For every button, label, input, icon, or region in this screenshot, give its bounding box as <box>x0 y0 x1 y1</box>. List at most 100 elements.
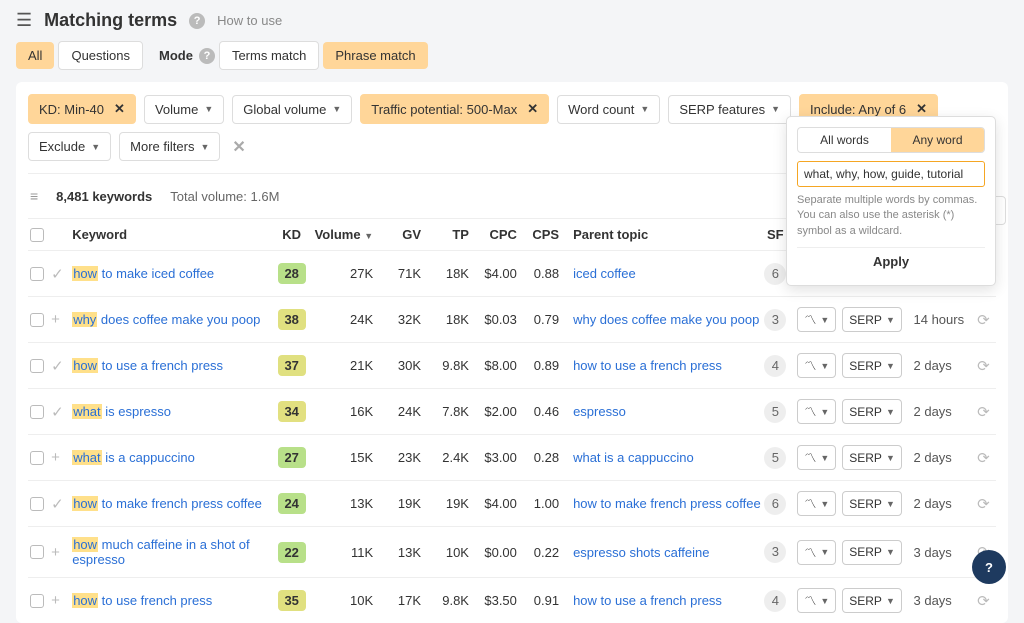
check-icon[interactable]: ✓ <box>51 358 64 375</box>
keyword-link[interactable]: why does coffee make you poop <box>72 312 260 327</box>
sf-badge[interactable]: 6 <box>764 263 786 285</box>
row-checkbox[interactable] <box>30 594 44 608</box>
close-icon[interactable]: ✕ <box>114 101 125 117</box>
serp-button[interactable]: SERP ▼ <box>842 445 902 470</box>
menu-icon[interactable]: ☰ <box>16 10 32 31</box>
parent-topic-link[interactable]: iced coffee <box>573 266 636 281</box>
col-cps[interactable]: CPS <box>517 227 559 242</box>
close-icon[interactable]: ✕ <box>527 101 538 117</box>
check-icon[interactable]: ✓ <box>51 266 64 283</box>
refresh-icon[interactable]: ⟳ <box>977 358 990 375</box>
col-volume[interactable]: Volume ▼ <box>312 227 373 242</box>
row-checkbox[interactable] <box>30 545 44 559</box>
keyword-link[interactable]: how to use french press <box>72 593 212 608</box>
sf-badge[interactable]: 4 <box>764 590 786 612</box>
check-icon[interactable]: ✓ <box>51 404 64 421</box>
parent-topic-link[interactable]: why does coffee make you poop <box>573 312 759 327</box>
close-icon[interactable]: ✕ <box>916 101 927 117</box>
trend-button[interactable]: 〽 ▼ <box>797 491 836 516</box>
row-checkbox[interactable] <box>30 497 44 511</box>
parent-topic-link[interactable]: how to use a french press <box>573 358 722 373</box>
apply-button[interactable]: Apply <box>797 247 985 275</box>
col-keyword[interactable]: Keyword <box>72 227 271 242</box>
plus-icon[interactable]: + <box>51 449 60 466</box>
parent-topic-link[interactable]: what is a cappuccino <box>573 450 694 465</box>
trend-button[interactable]: 〽 ▼ <box>797 307 836 332</box>
filter-word-count[interactable]: Word count▼ <box>557 95 660 124</box>
plus-icon[interactable]: + <box>51 544 60 561</box>
filter-kd[interactable]: KD: Min-40✕ <box>28 94 136 124</box>
cell-gv: 71K <box>373 266 421 281</box>
help-icon[interactable]: ? <box>189 13 205 29</box>
col-parent-topic[interactable]: Parent topic <box>559 227 761 242</box>
sf-badge[interactable]: 6 <box>764 493 786 515</box>
cell-cps: 0.88 <box>517 266 559 281</box>
sf-badge[interactable]: 5 <box>764 401 786 423</box>
sf-badge[interactable]: 3 <box>764 541 786 563</box>
serp-button[interactable]: SERP ▼ <box>842 588 902 613</box>
filter-volume[interactable]: Volume▼ <box>144 95 224 124</box>
serp-button[interactable]: SERP ▼ <box>842 307 902 332</box>
tab-terms-match[interactable]: Terms match <box>219 41 319 70</box>
row-checkbox[interactable] <box>30 359 44 373</box>
tab-all[interactable]: All <box>16 42 54 69</box>
help-fab[interactable]: ? <box>972 550 1006 584</box>
filter-more[interactable]: More filters▼ <box>119 132 220 161</box>
trend-button[interactable]: 〽 ▼ <box>797 588 836 613</box>
filter-traffic-potential[interactable]: Traffic potential: 500-Max✕ <box>360 94 549 124</box>
serp-button[interactable]: SERP ▼ <box>842 399 902 424</box>
row-checkbox[interactable] <box>30 451 44 465</box>
serp-button[interactable]: SERP ▼ <box>842 353 902 378</box>
col-tp[interactable]: TP <box>421 227 469 242</box>
select-all-checkbox[interactable] <box>30 228 44 242</box>
sf-badge[interactable]: 5 <box>764 447 786 469</box>
sf-badge[interactable]: 3 <box>764 309 786 331</box>
plus-icon[interactable]: + <box>51 311 60 328</box>
refresh-icon[interactable]: ⟳ <box>977 593 990 610</box>
parent-topic-link[interactable]: espresso shots caffeine <box>573 545 709 560</box>
refresh-icon[interactable]: ⟳ <box>977 312 990 329</box>
trend-button[interactable]: 〽 ▼ <box>797 353 836 378</box>
col-kd[interactable]: KD <box>272 227 312 242</box>
col-gv[interactable]: GV <box>373 227 421 242</box>
clear-filters-icon[interactable]: ✕ <box>232 137 245 157</box>
row-checkbox[interactable] <box>30 405 44 419</box>
help-icon[interactable]: ? <box>199 48 215 64</box>
toggle-all-words[interactable]: All words <box>798 128 891 152</box>
col-cpc[interactable]: CPC <box>469 227 517 242</box>
parent-topic-link[interactable]: how to use a french press <box>573 593 722 608</box>
trend-button[interactable]: 〽 ▼ <box>797 540 836 565</box>
filter-serp-features[interactable]: SERP features▼ <box>668 95 791 124</box>
include-words-input[interactable] <box>797 161 985 187</box>
keyword-link[interactable]: how to make french press coffee <box>72 496 262 511</box>
toggle-any-word[interactable]: Any word <box>891 128 984 152</box>
keyword-link[interactable]: how to make iced coffee <box>72 266 214 281</box>
table-row: ✓what is espresso3416K24K7.8K$2.000.46es… <box>28 388 996 434</box>
cell-volume: 10K <box>312 593 373 608</box>
trend-button[interactable]: 〽 ▼ <box>797 445 836 470</box>
tab-phrase-match[interactable]: Phrase match <box>323 42 427 69</box>
row-checkbox[interactable] <box>30 313 44 327</box>
tab-questions[interactable]: Questions <box>58 41 143 70</box>
refresh-icon[interactable]: ⟳ <box>977 496 990 513</box>
refresh-icon[interactable]: ⟳ <box>977 450 990 467</box>
row-checkbox[interactable] <box>30 267 44 281</box>
serp-button[interactable]: SERP ▼ <box>842 540 902 565</box>
check-icon[interactable]: ✓ <box>51 496 64 513</box>
parent-topic-link[interactable]: how to make french press coffee <box>573 496 761 511</box>
list-icon[interactable]: ≡ <box>30 188 38 204</box>
parent-topic-link[interactable]: espresso <box>573 404 626 419</box>
filter-global-volume[interactable]: Global volume▼ <box>232 95 352 124</box>
serp-button[interactable]: SERP ▼ <box>842 491 902 516</box>
trend-button[interactable]: 〽 ▼ <box>797 399 836 424</box>
cell-gv: 24K <box>373 404 421 419</box>
refresh-icon[interactable]: ⟳ <box>977 404 990 421</box>
plus-icon[interactable]: + <box>51 592 60 609</box>
filter-exclude[interactable]: Exclude▼ <box>28 132 111 161</box>
keyword-link[interactable]: what is espresso <box>72 404 171 419</box>
sf-badge[interactable]: 4 <box>764 355 786 377</box>
keyword-link[interactable]: how much caffeine in a shot of espresso <box>72 537 249 567</box>
keyword-link[interactable]: what is a cappuccino <box>72 450 195 465</box>
how-to-use-link[interactable]: How to use <box>217 13 282 28</box>
keyword-link[interactable]: how to use a french press <box>72 358 223 373</box>
